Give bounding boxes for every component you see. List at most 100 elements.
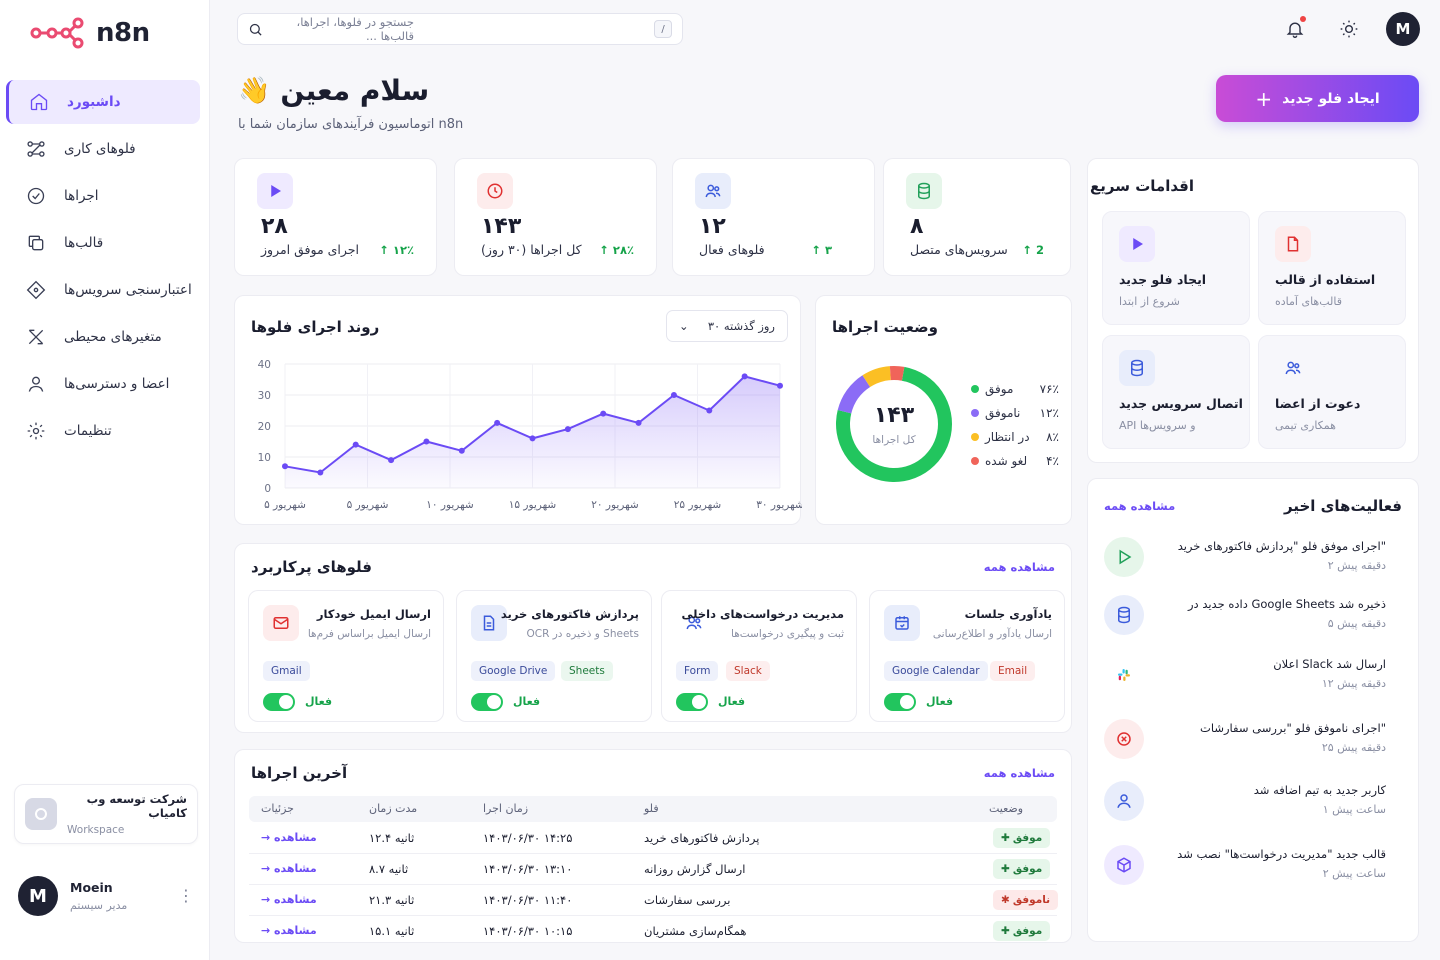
theme-toggle-button[interactable] [1332,12,1366,46]
user-icon [28,376,44,392]
stat-card-success-today: ۲۸ اجرای موفق امروز ↑ ۱۲٪ [234,158,437,276]
y-tick-label: 30 [258,390,271,402]
sidebar-item-workflows[interactable]: فلوهای کاری [6,127,200,171]
quick-action-title: ایجاد فلو جدید [1119,272,1207,287]
stat-change: ↑ ۱۲٪ [379,243,414,257]
sidebar-item-executions[interactable]: اجراها [6,174,200,218]
quick-action-title: استفاده از قالب [1275,272,1376,287]
n8n-logo-icon [30,17,84,49]
status-badge: ✱ ناموفق [993,890,1059,910]
legend-value: ۱۲٪ [1039,406,1059,420]
trend-point [635,419,642,426]
sidebar-item-label: اجراها [64,188,99,204]
table-row[interactable]: → مشاهده ۱۲.۴ ثانیه ۱۴۰۳/۰۶/۳۰ ۱۴:۲۵ پرد… [249,823,1057,854]
legend-item: موفق ۷۶٪ [971,382,1059,396]
page-title: سلام معین [280,74,430,107]
flow-sub: ثبت و پیگیری درخواست‌ها [731,628,844,640]
notifications-button[interactable] [1278,12,1312,46]
user-icon [1104,781,1144,821]
stat-change: ↑ ۳ [811,243,832,257]
search-icon [249,23,262,36]
legend-value: ۷۶٪ [1039,382,1059,396]
activity-title: فعالیت‌های اخیر [1284,497,1402,515]
flow-active-toggle[interactable] [471,693,503,711]
sidebar-item-settings[interactable]: تنظیمات [6,409,200,453]
quick-action-sub: شروع از ابتدا [1119,295,1180,308]
runs-title: آخرین اجراها [251,764,348,782]
flow-card-meetings[interactable]: یادآوری جلسات ارسال یادآور و اطلاع‌رسانی… [869,590,1065,722]
flow-card-requests[interactable]: مدیریت درخواست‌های داخلی ثبت و پیگیری در… [661,590,857,722]
flow-card-invoices[interactable]: پردازش فاکتورهای خرید OCR و ذخیره در She… [456,590,652,722]
quick-action-new-flow[interactable]: ایجاد فلو جدید شروع از ابتدا [1102,211,1250,325]
legend-dot [971,385,979,393]
stat-label: کل اجراها (۳۰ روز) [481,242,582,257]
x-tick-label: ۱۵ شهریور [509,499,556,511]
cell-duration: ۸.۷ ثانیه [369,862,409,876]
flow-active-toggle[interactable] [884,693,916,711]
donut-label: کل اجراها [872,433,916,446]
stat-label: اجرای موفق امروز [261,242,359,257]
stat-value: ۱۴۳ [481,214,522,239]
popular-see-all-link[interactable]: مشاهده همه [984,560,1055,574]
legend-value: ۴٪ [1046,454,1059,468]
activity-item[interactable]: داده جدید در Google Sheets ذخیره شد ۵ دق… [1104,595,1402,645]
quick-action-title: دعوت از اعضا [1275,396,1361,411]
activity-time: ۱ ساعت پیش [1322,803,1386,816]
cell-duration: ۱۲.۴ ثانیه [369,831,415,845]
table-header: جزئیات مدت زمان زمان اجرا فلو وضعیت [249,796,1057,822]
sidebar-item-dashboard[interactable]: داشبورد [6,80,200,124]
quick-action-connect-service[interactable]: اتصال سرویس جدید API و سرویس‌ها [1102,335,1250,449]
view-link[interactable]: → مشاهده [261,862,317,875]
sidebar-item-members[interactable]: اعضا و دسترسی‌ها [6,362,200,406]
new-flow-button[interactable]: + ایجاد فلو جدید [1216,75,1419,122]
cell-flow: ارسال گزارش روزانه [644,862,746,876]
activity-item[interactable]: قالب جدید "مدیریت درخواست‌ها" نصب شد ۲ س… [1104,845,1402,895]
status-badge: ✚ موفق [993,828,1051,848]
workspace-type: Workspace [67,824,125,836]
activity-time: ۲ دقیقه پیش [1327,559,1386,572]
stat-card-active-flows: ۱۲ فلوهای فعال ↑ ۳ [672,158,875,276]
activity-item[interactable]: کاربر جدید به تیم اضافه شد ۱ ساعت پیش [1104,781,1402,831]
cell-duration: ۱۵.۱ ثانیه [369,924,415,938]
activity-card: فعالیت‌های اخیر مشاهده همه اجرای موفق فل… [1087,478,1419,942]
table-row[interactable]: → مشاهده ۱۵.۱ ثانیه ۱۴۰۳/۰۶/۳۰ ۱۰:۱۵ همگ… [249,916,1057,947]
search-placeholder: جستجو در فلوها، اجراها، قالب‌ها ... [296,15,415,43]
view-link[interactable]: → مشاهده [261,831,317,844]
runs-see-all-link[interactable]: مشاهده همه [984,766,1055,780]
quick-action-invite[interactable]: دعوت از اعضا همکاری تیمی [1258,335,1406,449]
clock-icon [477,173,513,209]
check-icon: ✚ [1001,863,1010,875]
activity-item[interactable]: اعلان Slack ارسال شد ۱۲ دقیقه پیش [1104,655,1402,705]
legend-item: لغو شده ۴٪ [971,454,1059,468]
legend-label: ناموفق [985,406,1021,420]
stat-value: ۲۸ [261,214,288,239]
view-link[interactable]: → مشاهده [261,924,317,937]
more-vertical-icon[interactable]: ⋮ [178,888,194,904]
sidebar-item-variables[interactable]: متغیرهای محیطی [6,315,200,359]
workspace-switcher[interactable]: شرکت توسعه وب کامیاب Workspace [14,784,198,844]
trend-point [423,438,430,445]
sidebar-item-label: تنظیمات [64,423,112,439]
avatar[interactable]: M [1386,12,1420,46]
activity-see-all-link[interactable]: مشاهده همه [1104,499,1175,513]
search-input[interactable]: جستجو در فلوها، اجراها، قالب‌ها ... / [237,13,683,45]
flow-card-auto-email[interactable]: ارسال ایمیل خودکار ارسال ایمیل براساس فر… [248,590,444,722]
bell-icon [1286,22,1304,38]
sidebar-item-credentials[interactable]: اعتبارسنجی سرویس‌ها [6,268,200,312]
legend-label: لغو شده [985,454,1028,468]
flow-active-toggle[interactable] [676,693,708,711]
brand-logo[interactable]: n8n [30,16,150,50]
home-icon [30,93,48,111]
legend-item: ناموفق ۱۲٪ [971,406,1059,420]
sidebar-item-label: اعتبارسنجی سرویس‌ها [64,282,192,298]
activity-item[interactable]: اجرای ناموفق فلو "بررسی سفارشات" ۲۵ دقیق… [1104,719,1402,769]
view-link[interactable]: → مشاهده [261,893,317,906]
table-row[interactable]: → مشاهده ۸.۷ ثانیه ۱۴۰۳/۰۶/۳۰ ۱۳:۱۰ ارسا… [249,854,1057,885]
activity-item[interactable]: اجرای موفق فلو "پردازش فاکتورهای خرید" ۲… [1104,537,1402,587]
user-profile[interactable]: M Moein مدیر سیستم ⋮ [18,876,194,916]
activity-text: داده جدید در Google Sheets ذخیره شد [1187,597,1386,611]
sidebar-item-templates[interactable]: قالب‌ها [6,221,200,265]
flow-active-toggle[interactable] [263,693,295,711]
table-row[interactable]: → مشاهده ۲۱.۳ ثانیه ۱۴۰۳/۰۶/۳۰ ۱۱:۴۰ برر… [249,885,1059,916]
quick-action-template[interactable]: استفاده از قالب قالب‌های آماده [1258,211,1406,325]
